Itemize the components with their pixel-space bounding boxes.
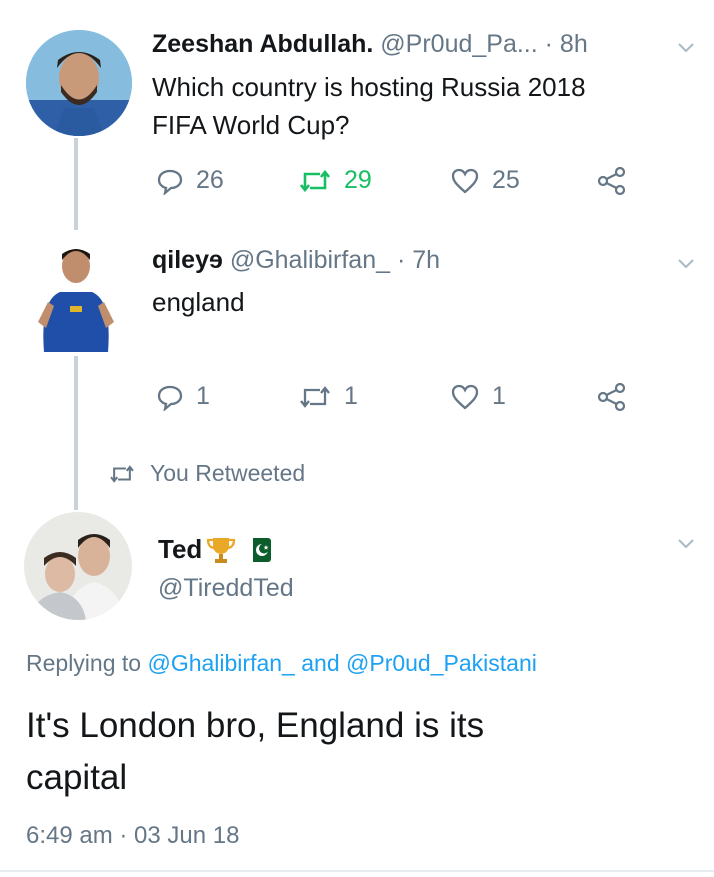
- like-icon: [451, 384, 479, 410]
- retweet-button[interactable]: 29: [298, 166, 372, 195]
- avatar-image: [24, 512, 132, 620]
- chevron-down-icon[interactable]: [675, 36, 697, 58]
- tweet-timestamp[interactable]: 6:49 am · 03 Jun 18: [26, 822, 239, 850]
- like-count: 1: [492, 382, 506, 410]
- handle[interactable]: @Ghalibirfan_: [230, 246, 390, 274]
- tweet-author: Ted: [158, 534, 272, 565]
- tweet-text: Which country is hosting Russia 2018 FIF…: [152, 68, 586, 144]
- retweet-count: 1: [344, 382, 358, 410]
- replying-prefix: Replying to: [26, 650, 142, 676]
- tweet-text-line: capital: [26, 758, 128, 797]
- reply-count: 1: [196, 382, 210, 410]
- retweet-button[interactable]: 1: [298, 382, 358, 411]
- display-name[interactable]: qileyɘ: [152, 246, 223, 274]
- share-icon[interactable]: [596, 166, 628, 196]
- trophy-icon: [207, 537, 236, 563]
- retweet-context-label: You Retweeted: [150, 460, 306, 486]
- avatar-image: [26, 30, 132, 136]
- like-button[interactable]: 25: [450, 166, 520, 195]
- tweet-text: england: [152, 287, 245, 317]
- like-count: 25: [492, 166, 520, 194]
- mention-and: and: [301, 650, 340, 676]
- reply-icon: [157, 169, 183, 195]
- retweet-icon: [300, 385, 330, 408]
- handle[interactable]: @TireddTed: [158, 574, 294, 603]
- avatar-image: [30, 240, 122, 352]
- tweet-text-line: FIFA World Cup?: [152, 110, 350, 140]
- like-button[interactable]: 1: [450, 382, 506, 411]
- timestamp[interactable]: · 8h: [545, 30, 588, 58]
- reply-count: 26: [196, 166, 224, 194]
- avatar[interactable]: [24, 512, 132, 620]
- tweet-header: qileyɘ @Ghalibirfan_ · 7h: [152, 246, 440, 275]
- thread-line-lower: [74, 356, 78, 510]
- avatar[interactable]: [26, 30, 132, 136]
- pakistan-flag-icon: [247, 537, 272, 562]
- tweet-text-line: It's London bro, England is its: [26, 706, 485, 745]
- display-name[interactable]: Ted: [158, 534, 202, 565]
- thread-line-upper: [74, 138, 78, 230]
- handle[interactable]: @Pr0ud_Pa...: [380, 30, 537, 58]
- tweet-text-line: Which country is hosting Russia 2018: [152, 72, 586, 102]
- retweet-icon: [299, 169, 331, 192]
- tweet-header: Zeeshan Abdullah. @Pr0ud_Pa... · 8h: [152, 30, 588, 59]
- like-icon: [451, 168, 479, 194]
- reply-button[interactable]: 26: [156, 166, 224, 195]
- retweet-context: You Retweeted: [108, 460, 305, 487]
- timestamp[interactable]: · 7h: [397, 246, 440, 274]
- display-name[interactable]: Zeeshan Abdullah.: [152, 30, 373, 58]
- bottom-divider: [0, 870, 714, 872]
- mention-link[interactable]: @Pr0ud_Pakistani: [346, 650, 537, 676]
- replying-to: Replying to @Ghalibirfan_ and @Pr0ud_Pak…: [26, 650, 537, 677]
- mention-link[interactable]: @Ghalibirfan_: [147, 650, 294, 676]
- avatar[interactable]: [30, 240, 122, 352]
- tweet-text: It's London bro, England is its capital: [26, 700, 484, 804]
- retweet-icon: [110, 464, 134, 483]
- chevron-down-icon[interactable]: [675, 252, 697, 274]
- retweet-count: 29: [344, 166, 372, 194]
- chevron-down-icon[interactable]: [675, 532, 697, 554]
- share-icon[interactable]: [596, 382, 628, 412]
- reply-icon: [157, 385, 183, 411]
- reply-button[interactable]: 1: [156, 382, 210, 411]
